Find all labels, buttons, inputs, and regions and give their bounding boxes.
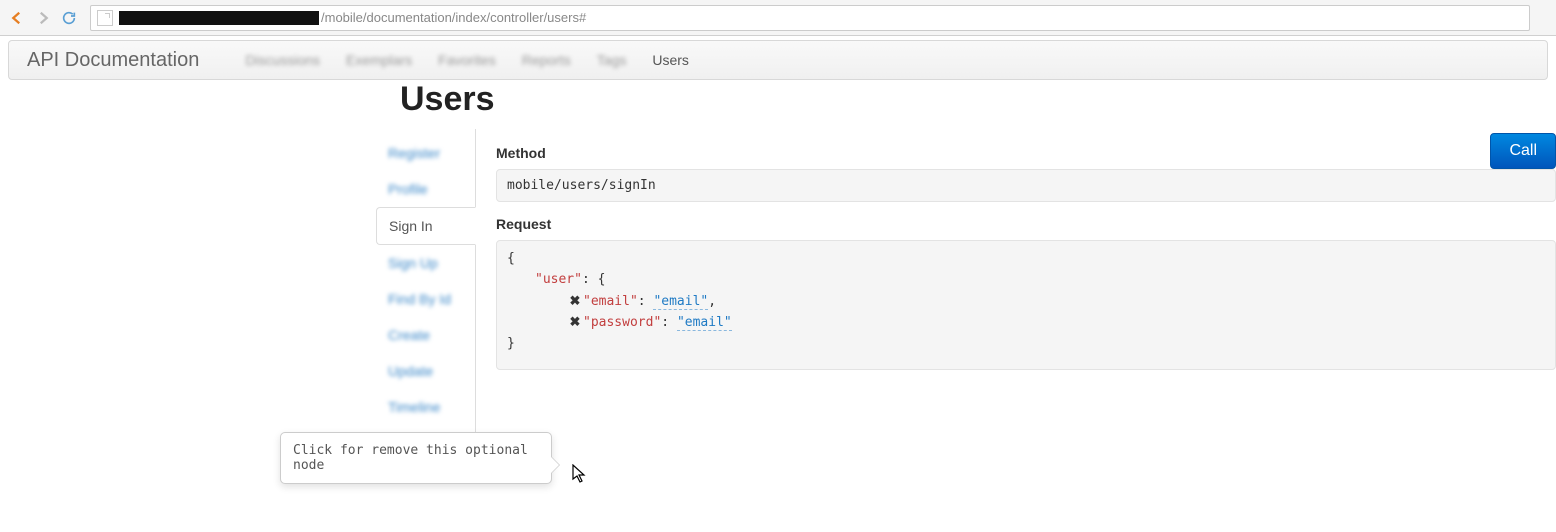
nav-item[interactable]: Favorites bbox=[438, 52, 496, 68]
forward-button[interactable] bbox=[32, 7, 54, 29]
value-placeholder-password[interactable]: "email" bbox=[677, 315, 732, 331]
reload-button[interactable] bbox=[58, 7, 80, 29]
browser-chrome: /mobile/documentation/index/controller/u… bbox=[0, 0, 1556, 36]
nav-item[interactable]: Discussions bbox=[245, 52, 320, 68]
json-key-password: "password" bbox=[583, 315, 661, 330]
json-key-email: "email" bbox=[583, 294, 638, 309]
tooltip: Click for remove this optional node bbox=[280, 432, 552, 484]
sidebar-item-update[interactable]: Update bbox=[376, 353, 475, 389]
value-placeholder-email[interactable]: "email" bbox=[653, 294, 708, 310]
page-icon bbox=[97, 10, 113, 26]
json-key-user: "user" bbox=[535, 272, 582, 287]
sidebar-item-find-by-id[interactable]: Find By Id bbox=[376, 281, 475, 317]
sidebar-item-timeline[interactable]: Timeline bbox=[376, 389, 475, 425]
remove-icon[interactable]: ✖ bbox=[569, 291, 581, 312]
request-body: { "user": { ✖"email": "email", ✖"passwor… bbox=[496, 240, 1556, 370]
url-bar[interactable]: /mobile/documentation/index/controller/u… bbox=[90, 5, 1530, 31]
top-navbar: API Documentation Discussions Exemplars … bbox=[8, 40, 1548, 80]
sidebar-item-profile[interactable]: Profile bbox=[376, 171, 475, 207]
method-label: Method bbox=[496, 145, 1556, 161]
sidebar-item-create[interactable]: Create bbox=[376, 317, 475, 353]
sidebar-item-register[interactable]: Register bbox=[376, 135, 475, 171]
nav-item[interactable]: Reports bbox=[522, 52, 571, 68]
redacted-host bbox=[119, 11, 319, 25]
method-value: mobile/users/signIn bbox=[496, 169, 1556, 202]
request-label: Request bbox=[496, 216, 1556, 232]
url-path: /mobile/documentation/index/controller/u… bbox=[321, 10, 586, 25]
remove-icon[interactable]: ✖ bbox=[569, 312, 581, 333]
brand[interactable]: API Documentation bbox=[27, 49, 199, 72]
sidebar-item-sign-in[interactable]: Sign In bbox=[376, 207, 476, 245]
back-button[interactable] bbox=[6, 7, 28, 29]
sidebar-item-sign-up[interactable]: Sign Up bbox=[376, 245, 475, 281]
open-brace: { bbox=[507, 251, 515, 266]
nav-item[interactable]: Exemplars bbox=[346, 52, 412, 68]
close-brace: } bbox=[507, 336, 515, 351]
page-title: Users bbox=[400, 80, 1556, 119]
nav-item[interactable]: Tags bbox=[597, 52, 627, 68]
sidebar: Register Profile Sign In Sign Up Find By… bbox=[376, 129, 476, 461]
nav-item-users[interactable]: Users bbox=[652, 52, 689, 68]
main-panel: Call Method mobile/users/signIn Request … bbox=[476, 129, 1556, 384]
cursor-icon bbox=[572, 464, 588, 484]
call-button[interactable]: Call bbox=[1490, 133, 1556, 169]
